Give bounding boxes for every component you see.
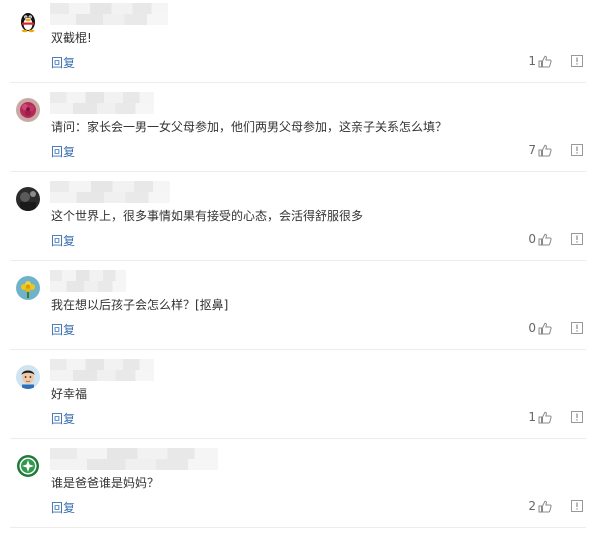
like-count: 0 <box>528 232 536 246</box>
thumbs-up-icon <box>538 411 552 424</box>
like-button[interactable]: 1 <box>528 54 552 68</box>
dark-photo-avatar[interactable] <box>16 187 40 211</box>
flower-avatar[interactable] <box>16 98 40 122</box>
comment-text: 我在想以后孩子会怎么样？[抠鼻] <box>51 298 229 312</box>
report-icon[interactable] <box>571 233 583 245</box>
report-icon[interactable] <box>571 144 583 156</box>
username-blurred[interactable] <box>50 92 154 114</box>
comment-item: 我在想以后孩子会怎么样？[抠鼻] 回复 0 <box>0 267 600 356</box>
divider <box>10 171 586 172</box>
comment-item: 谁是爸爸谁是妈妈？ 回复 2 <box>0 445 600 534</box>
divider <box>10 438 586 439</box>
comment-item: 双截棍! 回复 1 <box>0 0 600 89</box>
thumbs-up-icon <box>538 322 552 335</box>
comment-text: 这个世界上，很多事情如果有接受的心态，会活得舒服很多 <box>51 209 364 223</box>
like-button[interactable]: 7 <box>528 143 552 157</box>
comment-text: 双截棍! <box>51 31 92 45</box>
reply-button[interactable]: 回复 <box>51 321 75 338</box>
username-blurred[interactable] <box>50 448 218 470</box>
thumbs-up-icon <box>538 55 552 68</box>
reply-button[interactable]: 回复 <box>51 410 75 427</box>
report-icon[interactable] <box>571 500 583 512</box>
username-blurred[interactable] <box>50 3 168 25</box>
username-blurred[interactable] <box>50 181 170 203</box>
like-count: 7 <box>528 143 536 157</box>
thumbs-up-icon <box>538 500 552 513</box>
divider <box>10 349 586 350</box>
thumbs-up-icon <box>538 144 552 157</box>
divider <box>10 260 586 261</box>
report-icon[interactable] <box>571 55 583 67</box>
username-blurred[interactable] <box>50 270 126 292</box>
username-blurred[interactable] <box>50 359 154 381</box>
like-count: 0 <box>528 321 536 335</box>
reply-button[interactable]: 回复 <box>51 232 75 249</box>
green-logo-avatar[interactable] <box>16 454 40 478</box>
report-icon[interactable] <box>571 411 583 423</box>
reply-button[interactable]: 回复 <box>51 143 75 160</box>
like-button[interactable]: 2 <box>528 499 552 513</box>
like-count: 1 <box>528 410 536 424</box>
comment-item: 这个世界上，很多事情如果有接受的心态，会活得舒服很多 回复 0 <box>0 178 600 267</box>
like-button[interactable]: 0 <box>528 232 552 246</box>
comment-text: 好幸福 <box>51 387 88 401</box>
comment-item: 请问：家长会一男一女父母参加，他们两男父母参加，这亲子关系怎么填？ 回复 7 <box>0 89 600 178</box>
reply-button[interactable]: 回复 <box>51 499 75 516</box>
like-count: 1 <box>528 54 536 68</box>
comment-text: 请问：家长会一男一女父母参加，他们两男父母参加，这亲子关系怎么填？ <box>51 120 448 134</box>
report-icon[interactable] <box>571 322 583 334</box>
yellow-flower-avatar[interactable] <box>16 276 40 300</box>
like-button[interactable]: 1 <box>528 410 552 424</box>
divider <box>10 82 586 83</box>
comment-item: 好幸福 回复 1 <box>0 356 600 445</box>
like-button[interactable]: 0 <box>528 321 552 335</box>
reply-button[interactable]: 回复 <box>51 54 75 71</box>
thumbs-up-icon <box>538 233 552 246</box>
like-count: 2 <box>528 499 536 513</box>
penguin-avatar[interactable] <box>16 9 40 33</box>
boy-avatar[interactable] <box>16 365 40 389</box>
divider <box>10 527 586 528</box>
comment-text: 谁是爸爸谁是妈妈？ <box>51 476 160 490</box>
